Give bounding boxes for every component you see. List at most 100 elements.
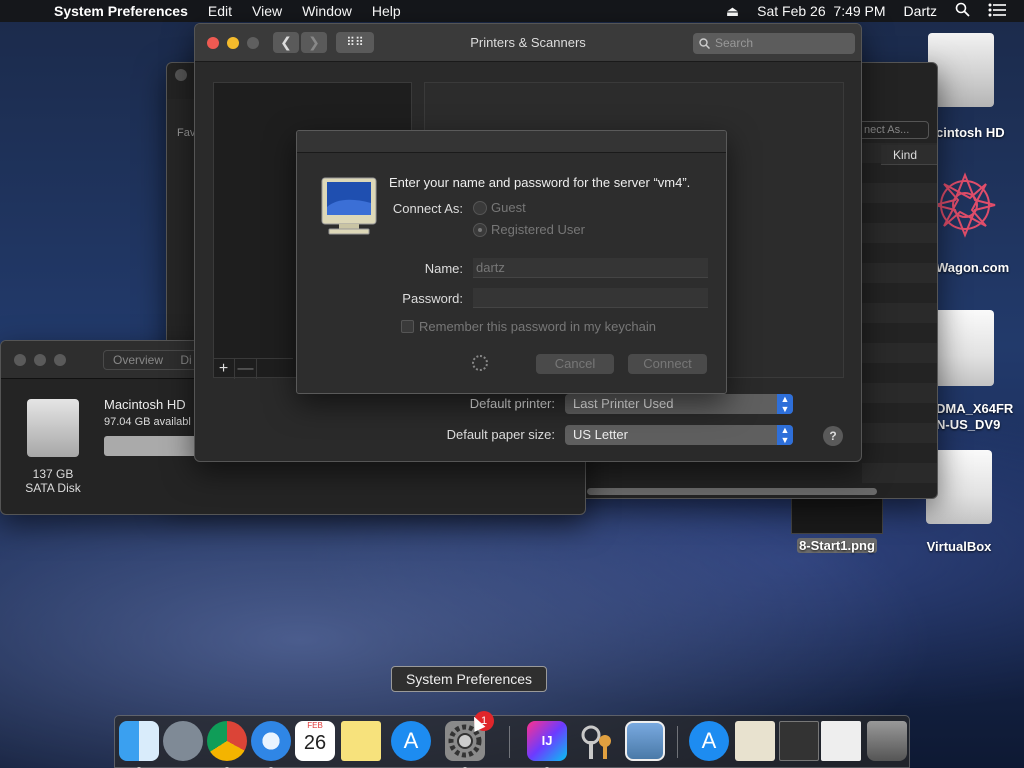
auth-message: Enter your name and password for the ser…: [389, 175, 691, 190]
search-field[interactable]: Search: [693, 33, 855, 54]
desktop-icon-label: VirtualBox: [926, 539, 992, 554]
help-button[interactable]: ?: [823, 426, 843, 446]
menu-bar: System Preferences Edit View Window Help…: [0, 0, 1024, 22]
finder-icon[interactable]: [119, 721, 159, 768]
tab-control[interactable]: Overview Di: [103, 350, 203, 370]
file-list[interactable]: [862, 143, 937, 483]
desktop-icon-screenshot[interactable]: 8-Start1.png: [790, 498, 884, 553]
desktop-icon-label: 8-Start1.png: [797, 538, 877, 553]
remember-password-label: Remember this password in my keychain: [419, 319, 656, 334]
spotlight-search-icon[interactable]: [955, 2, 970, 20]
updown-arrows-icon: ▲ ▼: [777, 425, 793, 445]
disk-size: 137 GB SATA Disk: [1, 467, 105, 495]
dialog-title-bar: [297, 131, 726, 153]
preview-icon[interactable]: [625, 721, 665, 761]
app-store-icon[interactable]: A: [689, 721, 729, 761]
wagon-logo-icon: [930, 170, 1000, 240]
radio-icon: [473, 200, 487, 215]
dock: FEB 26 A 1 IJ A: [114, 711, 910, 768]
updown-arrows-icon: ▲ ▼: [777, 394, 793, 414]
password-label: Password:: [402, 291, 463, 306]
calendar-icon[interactable]: FEB 26: [295, 721, 335, 761]
safari-icon[interactable]: [251, 721, 291, 768]
tab-display[interactable]: Di: [180, 353, 191, 367]
menu-help[interactable]: Help: [372, 3, 401, 19]
desktop-icon-label: DMA_X64FR N-US_DV9: [936, 401, 1014, 432]
keychain-access-icon[interactable]: [577, 721, 617, 761]
close-button[interactable]: [14, 354, 26, 366]
disk-available: 97.04 GB availabl: [104, 416, 191, 428]
progress-spinner-icon: [472, 355, 488, 371]
launchpad-icon[interactable]: [163, 721, 203, 761]
disk-capacity: 137 GB: [32, 467, 74, 481]
disk-name: Macintosh HD: [104, 397, 186, 412]
paper-size-label: Default paper size:: [446, 427, 555, 442]
cancel-button[interactable]: Cancel: [536, 354, 614, 374]
window-controls: [175, 69, 187, 81]
add-remove-controls: + —: [213, 358, 293, 379]
window-controls: [14, 354, 66, 366]
paper-size-popup[interactable]: US Letter ▲ ▼: [565, 425, 793, 445]
trash-icon[interactable]: [867, 721, 907, 761]
menu-view[interactable]: View: [252, 3, 282, 19]
notes-icon[interactable]: [341, 721, 381, 761]
downloads-stack-icon[interactable]: [821, 721, 861, 761]
connect-as-label: Connect As:: [392, 201, 463, 216]
auth-dialog: Enter your name and password for the ser…: [296, 130, 727, 394]
screenshots-stack-icon[interactable]: [779, 721, 819, 761]
eject-icon[interactable]: ⏏: [726, 3, 739, 20]
title-bar: ❮ ❯ ⠿⠿ Printers & Scanners Search: [195, 24, 861, 62]
menu-edit[interactable]: Edit: [208, 3, 232, 19]
add-printer-button[interactable]: +: [213, 359, 235, 379]
calendar-day: 26: [303, 732, 327, 754]
guest-label: Guest: [491, 200, 526, 215]
desktop-icon-dvd[interactable]: DMA_X64FR N-US_DV9: [926, 310, 1024, 433]
favorites-label: Fav: [177, 127, 196, 139]
default-printer-value: Last Printer Used: [573, 396, 674, 411]
dock-separator: [677, 726, 678, 758]
search-placeholder: Search: [715, 36, 754, 50]
status-area: ⏏ Sat Feb 26 7:49 PM Dartz: [726, 0, 1024, 22]
name-label: Name:: [424, 261, 463, 276]
search-icon: [699, 33, 711, 56]
guest-radio[interactable]: Guest: [473, 200, 526, 215]
horizontal-scrollbar[interactable]: [587, 488, 877, 495]
storage-bar: [104, 436, 204, 456]
remove-printer-button[interactable]: —: [235, 359, 257, 379]
default-printer-popup[interactable]: Last Printer Used ▲ ▼: [565, 394, 793, 414]
minimize-button[interactable]: [34, 354, 46, 366]
menu-window[interactable]: Window: [302, 3, 352, 19]
password-field[interactable]: [473, 288, 708, 308]
zoom-button[interactable]: [54, 354, 66, 366]
desktop-icon-macintosh-hd[interactable]: cintosh HD: [926, 33, 1024, 140]
connect-button[interactable]: Connect: [628, 354, 707, 374]
name-field[interactable]: dartz: [473, 258, 708, 278]
kind-column-header[interactable]: Kind: [881, 145, 937, 165]
desktop-icon-label: cintosh HD: [936, 125, 1005, 140]
connect-as-button[interactable]: nect As...: [857, 121, 929, 139]
default-printer-label: Default printer:: [469, 396, 555, 411]
desktop-icon-wagon[interactable]: Wagon.com: [926, 170, 1024, 275]
desktop-icon-label: Wagon.com: [936, 260, 1010, 275]
documents-stack-icon[interactable]: [735, 721, 775, 761]
user-menu[interactable]: Dartz: [904, 3, 937, 19]
calendar-month: FEB: [307, 721, 323, 730]
remember-password-checkbox[interactable]: Remember this password in my keychain: [401, 319, 656, 334]
notification-center-icon[interactable]: [988, 3, 1006, 20]
disk-type: SATA Disk: [25, 481, 81, 495]
app-store-icon[interactable]: A: [391, 721, 431, 761]
image-thumbnail-icon: [791, 498, 883, 534]
registered-user-radio[interactable]: Registered User: [473, 222, 585, 237]
hard-drive-icon: [27, 399, 79, 457]
app-menu[interactable]: System Preferences: [54, 3, 188, 19]
dock-separator: [509, 726, 510, 758]
registered-user-label: Registered User: [491, 222, 585, 237]
intellij-icon[interactable]: IJ: [527, 721, 567, 768]
tab-overview[interactable]: Overview: [113, 353, 163, 367]
checkbox-icon: [401, 320, 414, 333]
chrome-icon[interactable]: [207, 721, 247, 768]
clock[interactable]: Sat Feb 26 7:49 PM: [757, 3, 885, 19]
paper-size-value: US Letter: [573, 427, 628, 442]
dock-tooltip: System Preferences: [391, 666, 547, 692]
close-button[interactable]: [175, 69, 187, 81]
